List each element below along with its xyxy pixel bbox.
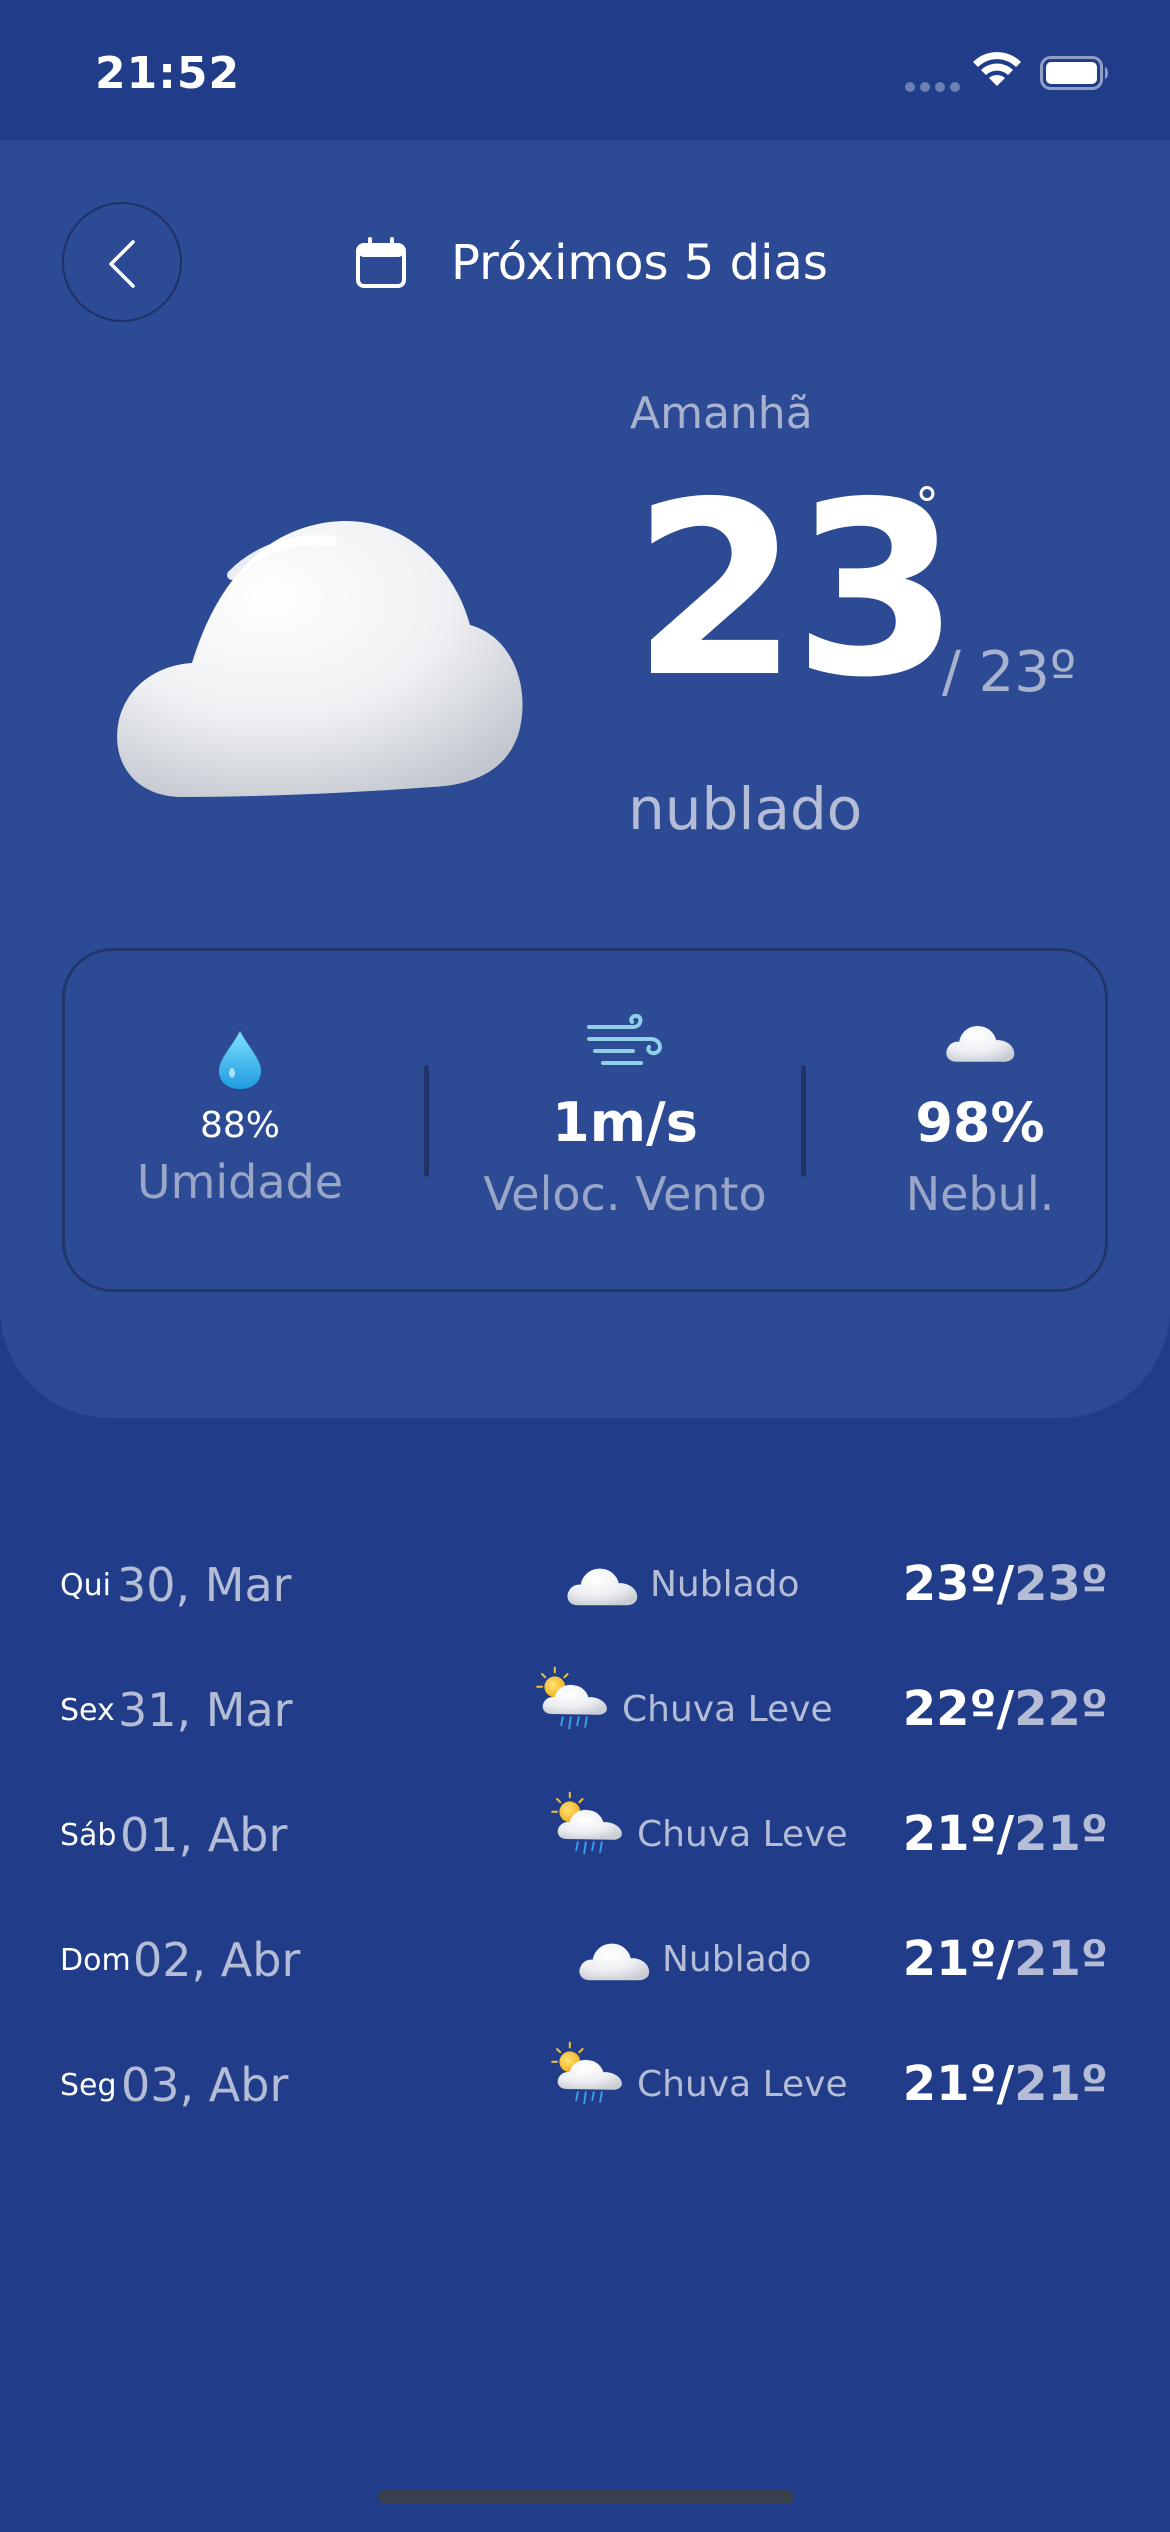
row-temperature: 21º/21º: [902, 1931, 1108, 1987]
calendar-icon: [356, 237, 406, 288]
sun-rain-cloud-icon: [549, 1790, 629, 1856]
cloud-icon: [576, 1933, 652, 1985]
row-date: 01, Abr: [120, 1808, 288, 1862]
sun-rain-cloud-icon: [534, 1665, 614, 1731]
current-temperature: 23: [632, 450, 960, 730]
row-condition: Chuva Leve: [637, 2064, 848, 2105]
humidity-label: Umidade: [136, 1155, 344, 1209]
wind-speed-value: 1m/s: [552, 1091, 698, 1154]
row-max-temp: 21º: [902, 1806, 997, 1862]
weather-stats-panel: 88% Umidade 1m/s Veloc. Vento 98% Nebul.: [62, 948, 1108, 1292]
row-temperature: 21º/21º: [902, 1806, 1108, 1862]
humidity-value: 88%: [199, 1105, 280, 1146]
row-max-temp: 21º: [902, 2056, 997, 2112]
row-condition: Nublado: [662, 1939, 812, 1980]
row-condition: Chuva Leve: [622, 1689, 833, 1730]
forecast-day-label: Amanhã: [630, 388, 813, 439]
forecast-row[interactable]: Qui 30, Mar Nublado 23º/23º: [0, 1530, 1170, 1655]
divider: [424, 1065, 429, 1177]
degree-symbol: °: [915, 478, 939, 534]
cloudiness-value: 98%: [915, 1091, 1045, 1154]
row-weekday: Seg: [60, 2068, 117, 2103]
back-button[interactable]: [62, 202, 182, 322]
cloud-icon: [117, 520, 523, 797]
row-temperature: 23º/23º: [902, 1556, 1108, 1612]
row-min-temp: 21º: [1014, 1806, 1108, 1862]
cellular-signal-icon: [905, 82, 961, 92]
page-title: Próximos 5 dias: [451, 235, 828, 291]
row-condition: Chuva Leve: [637, 1814, 848, 1855]
row-date: 03, Abr: [121, 2058, 289, 2112]
row-temperature: 22º/22º: [902, 1681, 1108, 1737]
row-min-temp: 21º: [1014, 2056, 1108, 2112]
status-time: 21:52: [95, 48, 241, 99]
stat-wind: 1m/s Veloc. Vento: [475, 951, 775, 1291]
min-temperature: / 23º: [942, 640, 1077, 705]
stat-humidity: 88% Umidade: [115, 951, 365, 1291]
row-weekday: Dom: [60, 1943, 131, 1978]
row-date: 30, Mar: [117, 1558, 292, 1612]
forecast-row[interactable]: Sex 31, Mar Chuva Leve 22º/22º: [0, 1655, 1170, 1780]
cloudiness-label: Nebul.: [905, 1167, 1055, 1221]
row-min-temp: 23º: [1014, 1556, 1108, 1612]
stat-cloudiness: 98% Nebul.: [865, 951, 1095, 1291]
battery-icon: [1040, 56, 1108, 90]
weather-condition: nublado: [628, 775, 863, 843]
chevron-left-icon: [109, 240, 135, 288]
forecast-row[interactable]: Sáb 01, Abr Chuva Leve 21º/21º: [0, 1780, 1170, 1905]
row-weekday: Qui: [60, 1568, 111, 1603]
cloud-icon: [564, 1558, 640, 1610]
page-header: Próximos 5 dias: [355, 228, 828, 298]
cloud-icon: [943, 1017, 1017, 1065]
forecast-row[interactable]: Dom 02, Abr Nublado 21º/21º: [0, 1905, 1170, 2030]
forecast-row[interactable]: Seg 03, Abr Chuva Leve 21º/21º: [0, 2030, 1170, 2155]
sun-rain-cloud-icon: [549, 2040, 629, 2106]
row-condition: Nublado: [650, 1564, 800, 1605]
status-bar: 21:52: [0, 0, 1170, 140]
wind-speed-label: Veloc. Vento: [483, 1167, 767, 1221]
row-max-temp: 22º: [902, 1681, 997, 1737]
divider: [801, 1065, 806, 1177]
row-max-temp: 23º: [902, 1556, 997, 1612]
row-date: 02, Abr: [133, 1933, 301, 1987]
row-temperature: 21º/21º: [902, 2056, 1108, 2112]
wifi-icon: [973, 52, 1021, 86]
row-weekday: Sáb: [60, 1818, 117, 1853]
row-date: 31, Mar: [118, 1683, 293, 1737]
row-weekday: Sex: [60, 1693, 115, 1728]
water-drop-icon: [219, 1031, 261, 1089]
wind-icon: [587, 1013, 662, 1065]
row-min-temp: 22º: [1014, 1681, 1108, 1737]
row-min-temp: 21º: [1014, 1931, 1108, 1987]
home-indicator[interactable]: [378, 2490, 794, 2504]
row-max-temp: 21º: [902, 1931, 997, 1987]
